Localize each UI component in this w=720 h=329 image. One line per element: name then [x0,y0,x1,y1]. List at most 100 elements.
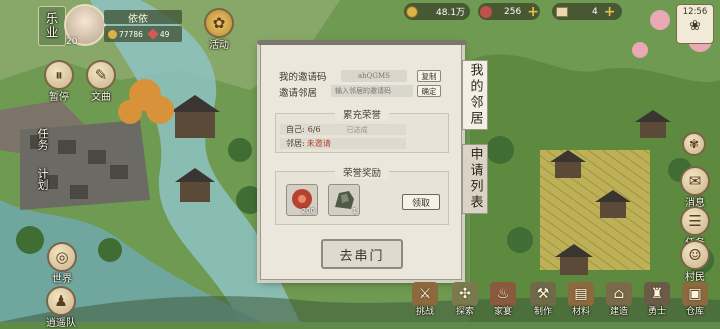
self-value: 6/6 [307,125,321,134]
flower-button[interactable]: ✾ [682,132,706,156]
third-add-button[interactable]: + [604,4,616,20]
neighbor-label: 邻居: [286,139,305,148]
player-coins: 77786 [119,29,143,39]
self-status: 已达成 [346,125,368,134]
player-currency-bar: 77786 49 [104,26,182,42]
event-button[interactable]: ✿ 活动 [204,8,234,51]
gem-icon [147,28,159,40]
copper-value: 48.1万 [436,8,466,18]
nav-explore-label: 探索 [455,307,474,317]
nav-challenge-label: 挑战 [415,307,434,317]
nav-warriors[interactable]: ♜ 勇士 [644,282,670,317]
third-resource: 4 + [552,3,622,20]
message-button[interactable]: ✉ 消息 [680,166,710,209]
wenqu-button[interactable]: ✎ 文曲 [86,60,116,103]
season-icon: ❀ [689,18,701,34]
self-label: 自己: [286,125,305,134]
claim-button[interactable]: 领取 [402,194,440,210]
honor-section: 累充荣誉 自己: 6/6 已达成 邻居: 未邀请 [275,107,449,153]
swords-icon: ⚔ [412,282,438,306]
copper-coin-icon [406,5,418,18]
dialog-top-rod [257,40,467,45]
helmet-icon: ♜ [644,282,670,306]
reward-item-2-count: 1 [352,207,357,215]
quest-icon: ☰ [680,206,710,236]
invite-code-input[interactable] [331,85,413,97]
neighbor-status: 未邀请 [306,139,331,148]
profession-badge[interactable]: 乐业 [38,6,66,46]
tab-my-neighbors[interactable]: 我的邻居 [462,60,488,130]
my-invite-label: 我的邀请码 [279,72,327,83]
world-label: 世界 [52,274,72,285]
profession-badge-label: 乐业 [44,12,59,40]
reward-item-1-count: 200 [301,207,315,215]
compass-icon: ✣ [452,282,478,306]
plan-side-button[interactable]: 计划 [34,168,66,194]
world-button[interactable]: ◎ 世界 [47,242,77,285]
message-icon: ✉ [680,166,710,196]
globe-icon: ◎ [47,242,77,272]
player-name-bar: 依依 [104,10,182,25]
nav-warehouse-label: 仓库 [685,307,704,317]
nav-challenge[interactable]: ⚔ 挑战 [412,282,438,317]
tab-apply-list-label: 申请列表 [467,147,483,211]
pause-button[interactable]: ⏸ 暂停 [44,60,74,103]
team-button[interactable]: ♟ 逍遥队 [46,286,76,329]
task-side-button[interactable]: 任务 [34,128,66,154]
neighbor-dialog: 我的邀请码 ahQGMS 复制 邀请邻居 确定 累充荣誉 自己: 6/6 已达成… [257,40,467,280]
nav-build-label: 建造 [609,307,628,317]
nav-craft[interactable]: ⚒ 制作 [530,282,556,317]
chest-icon: ▣ [682,282,708,306]
my-invite-code: ahQGMS [341,70,407,82]
nav-banquet-label: 家宴 [493,307,512,317]
player-gems: 49 [159,29,170,39]
nav-explore[interactable]: ✣ 探索 [452,282,478,317]
player-panel: 乐业 20 依依 77786 49 [36,4,186,50]
clock-time: 12:56 [682,7,708,17]
plan-side-label: 计划 [36,168,49,190]
copper-resource: 48.1万 [404,3,470,20]
gift-icon: ✿ [204,8,234,38]
coin-icon [108,29,117,39]
nav-warehouse[interactable]: ▣ 仓库 [682,282,708,317]
nav-materials-label: 材料 [571,307,590,317]
honor-self-row: 自己: 6/6 已达成 [280,124,406,135]
villager-button[interactable]: ☺ 村民 [680,240,710,283]
invite-neighbor-label: 邀请邻居 [279,88,318,99]
go-visit-label: 去串门 [339,248,385,264]
clock-widget[interactable]: 12:56 ❀ [676,4,714,44]
scroll-res-icon [556,6,568,17]
tab-my-neighbors-label: 我的邻居 [467,63,483,127]
third-value: 4 [592,6,598,17]
pause-label: 暂停 [49,92,69,103]
meat-add-button[interactable]: + [527,4,539,20]
nav-warriors-label: 勇士 [647,307,666,317]
pause-icon: ⏸ [44,60,74,90]
confirm-button[interactable]: 确定 [417,85,441,97]
meat-value: 256 [504,6,522,17]
reward-item-1[interactable]: 200 [286,184,318,216]
invite-neighbor-row: 邀请邻居 [279,85,317,99]
copy-button[interactable]: 复制 [417,70,441,82]
wood-icon: ▤ [568,282,594,306]
honor-neighbor-row: 邻居: 未邀请 [280,138,406,149]
team-icon: ♟ [46,286,76,316]
nav-build[interactable]: ⌂ 建造 [606,282,632,317]
honor-title: 累充荣誉 [334,107,390,121]
task-side-label: 任务 [36,128,49,150]
nav-craft-label: 制作 [533,307,552,317]
player-level: 20 [66,37,78,47]
meat-icon [480,5,492,18]
nav-banquet[interactable]: ♨ 家宴 [490,282,516,317]
villager-icon: ☺ [680,240,710,270]
player-name: 依依 [128,14,148,25]
reward-section: 荣誉奖励 200 1 领取 [275,165,449,225]
nav-materials[interactable]: ▤ 材料 [568,282,594,317]
villager-label: 村民 [685,272,705,283]
house-icon: ⌂ [606,282,632,306]
reward-item-2[interactable]: 1 [328,184,360,216]
hammer-icon: ⚒ [530,282,556,306]
event-label: 活动 [209,40,229,51]
tab-apply-list[interactable]: 申请列表 [462,144,488,214]
go-visit-button[interactable]: 去串门 [321,239,403,269]
